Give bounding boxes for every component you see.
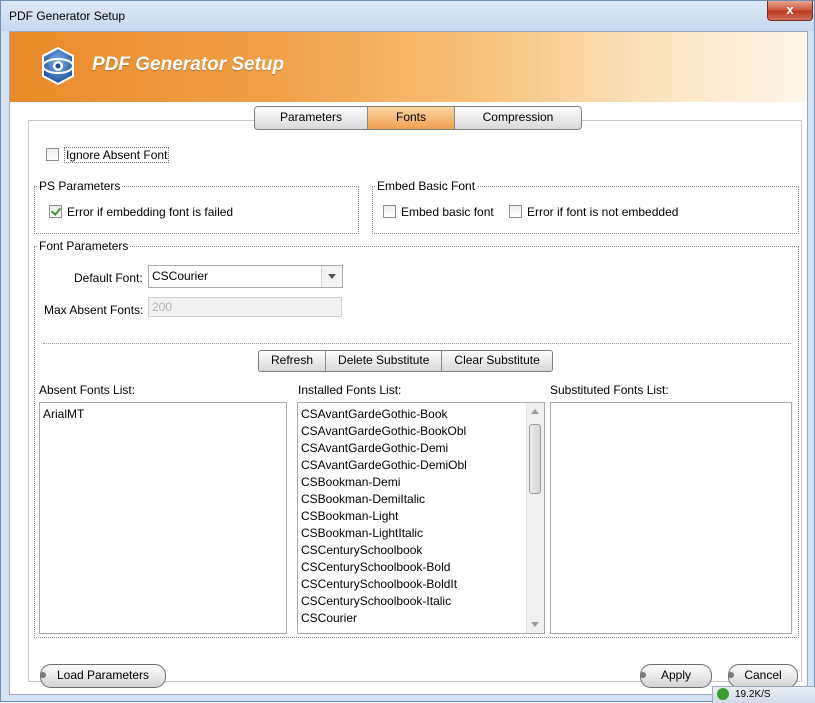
checkbox-box [383,205,396,218]
substitute-actions: Refresh Delete Substitute Clear Substitu… [258,350,553,372]
installed-fonts-list-label: Installed Fonts List: [298,383,402,397]
error-not-embedded-label: Error if font is not embedded [527,205,679,219]
error-embedding-label: Error if embedding font is failed [67,205,234,219]
close-button[interactable]: x [767,1,813,21]
list-item[interactable]: CSCourier [298,610,524,627]
embed-basic-font-title: Embed Basic Font [375,179,478,193]
cancel-button[interactable]: Cancel [728,664,798,688]
checkbox-box [509,205,522,218]
list-item[interactable]: CSCenturySchoolbook-BoldIt [298,576,524,593]
scroll-down-icon[interactable] [527,616,544,633]
installed-fonts-list[interactable]: CSAvantGardeGothic-Book CSAvantGardeGothi… [297,402,545,634]
max-absent-fonts-label: Max Absent Fonts: [44,303,144,317]
list-item[interactable]: CSCenturySchoolbook [298,542,524,559]
list-item[interactable]: CSCenturySchoolbook-Bold [298,559,524,576]
tab-bar: Parameters Fonts Compression [254,106,582,130]
list-item[interactable]: CSBookman-Demi [298,474,524,491]
load-parameters-button[interactable]: Load Parameters [40,664,166,688]
default-font-value: CSCourier [152,269,209,283]
substituted-fonts-list-label: Substituted Fonts List: [550,383,669,397]
header-banner: PDF Generator Setup [10,32,807,102]
ignore-absent-font-label: Ignore Absent Font [64,147,170,163]
apply-label: Apply [660,668,692,682]
bullet-icon [728,672,734,678]
embed-basic-font-label: Embed basic font [401,205,494,219]
list-item[interactable]: CSAvantGardeGothic-BookObl [298,423,524,440]
scroll-up-icon[interactable] [527,403,544,420]
default-font-label: Default Font: [74,271,143,285]
default-font-dropdown[interactable]: CSCourier [148,265,343,288]
apply-button[interactable]: Apply [640,664,712,688]
ps-parameters-title: PS Parameters [37,179,123,193]
bullet-icon [640,672,646,678]
list-item[interactable]: ArialMT [40,406,286,423]
list-item[interactable]: CSBookman-Light [298,508,524,525]
list-item[interactable]: CSCenturySchoolbook-Italic [298,593,524,610]
checkmark-icon [49,205,62,218]
error-not-embedded-checkbox[interactable]: Error if font is not embedded [509,205,678,219]
clear-substitute-button[interactable]: Clear Substitute [442,351,552,371]
list-item[interactable]: CSBookman-DemiItalic [298,491,524,508]
checkbox-box [46,148,59,161]
close-icon: x [786,2,794,17]
substituted-fonts-list[interactable] [550,402,792,634]
banner-title: PDF Generator Setup [92,54,285,75]
ps-parameters-group: PS Parameters Error if embedding font is… [34,179,359,234]
list-item[interactable]: CSBookman-LightItalic [298,525,524,542]
font-parameters-title: Font Parameters [37,239,131,253]
cancel-label: Cancel [744,668,782,682]
tab-parameters[interactable]: Parameters [255,107,368,129]
list-item[interactable]: CSAvantGardeGothic-Demi [298,440,524,457]
embed-basic-font-group: Embed Basic Font Embed basic font Error … [372,179,799,234]
delete-substitute-button[interactable]: Delete Substitute [326,351,443,371]
dialog-window: PDF Generator Setup x PDF Generator Setu… [0,0,815,702]
max-absent-fonts-value: 200 [152,300,173,314]
list-item[interactable]: CSAvantGardeGothic-Book [298,406,524,423]
divider [43,343,791,344]
absent-fonts-list[interactable]: ArialMT [39,402,287,634]
absent-fonts-list-label: Absent Fonts List: [39,383,136,397]
error-embedding-checkbox[interactable]: Error if embedding font is failed [49,205,233,219]
list-item[interactable]: CSAvantGardeGothic-DemiObl [298,457,524,474]
network-icon [717,688,729,700]
ignore-absent-font-checkbox[interactable]: Ignore Absent Font [46,147,170,163]
chevron-down-icon[interactable] [321,266,342,287]
load-parameters-label: Load Parameters [56,668,150,682]
installed-fonts-scrollbar[interactable] [526,403,544,633]
app-logo-icon [42,46,74,86]
tab-compression[interactable]: Compression [455,107,581,129]
network-tray-widget[interactable]: 19.2K/S [712,686,815,703]
client-area: PDF Generator Setup Parameters Fonts Com… [9,31,808,695]
tab-fonts[interactable]: Fonts [368,107,455,129]
embed-basic-font-checkbox[interactable]: Embed basic font [383,205,494,219]
network-speed-text: 19.2K/S [735,689,771,700]
title-bar[interactable]: PDF Generator Setup x [1,1,814,31]
scroll-thumb[interactable] [529,424,541,494]
window-title: PDF Generator Setup [9,9,126,23]
bullet-icon [40,672,46,678]
max-absent-fonts-input[interactable]: 200 [148,297,342,317]
refresh-button[interactable]: Refresh [259,351,327,371]
